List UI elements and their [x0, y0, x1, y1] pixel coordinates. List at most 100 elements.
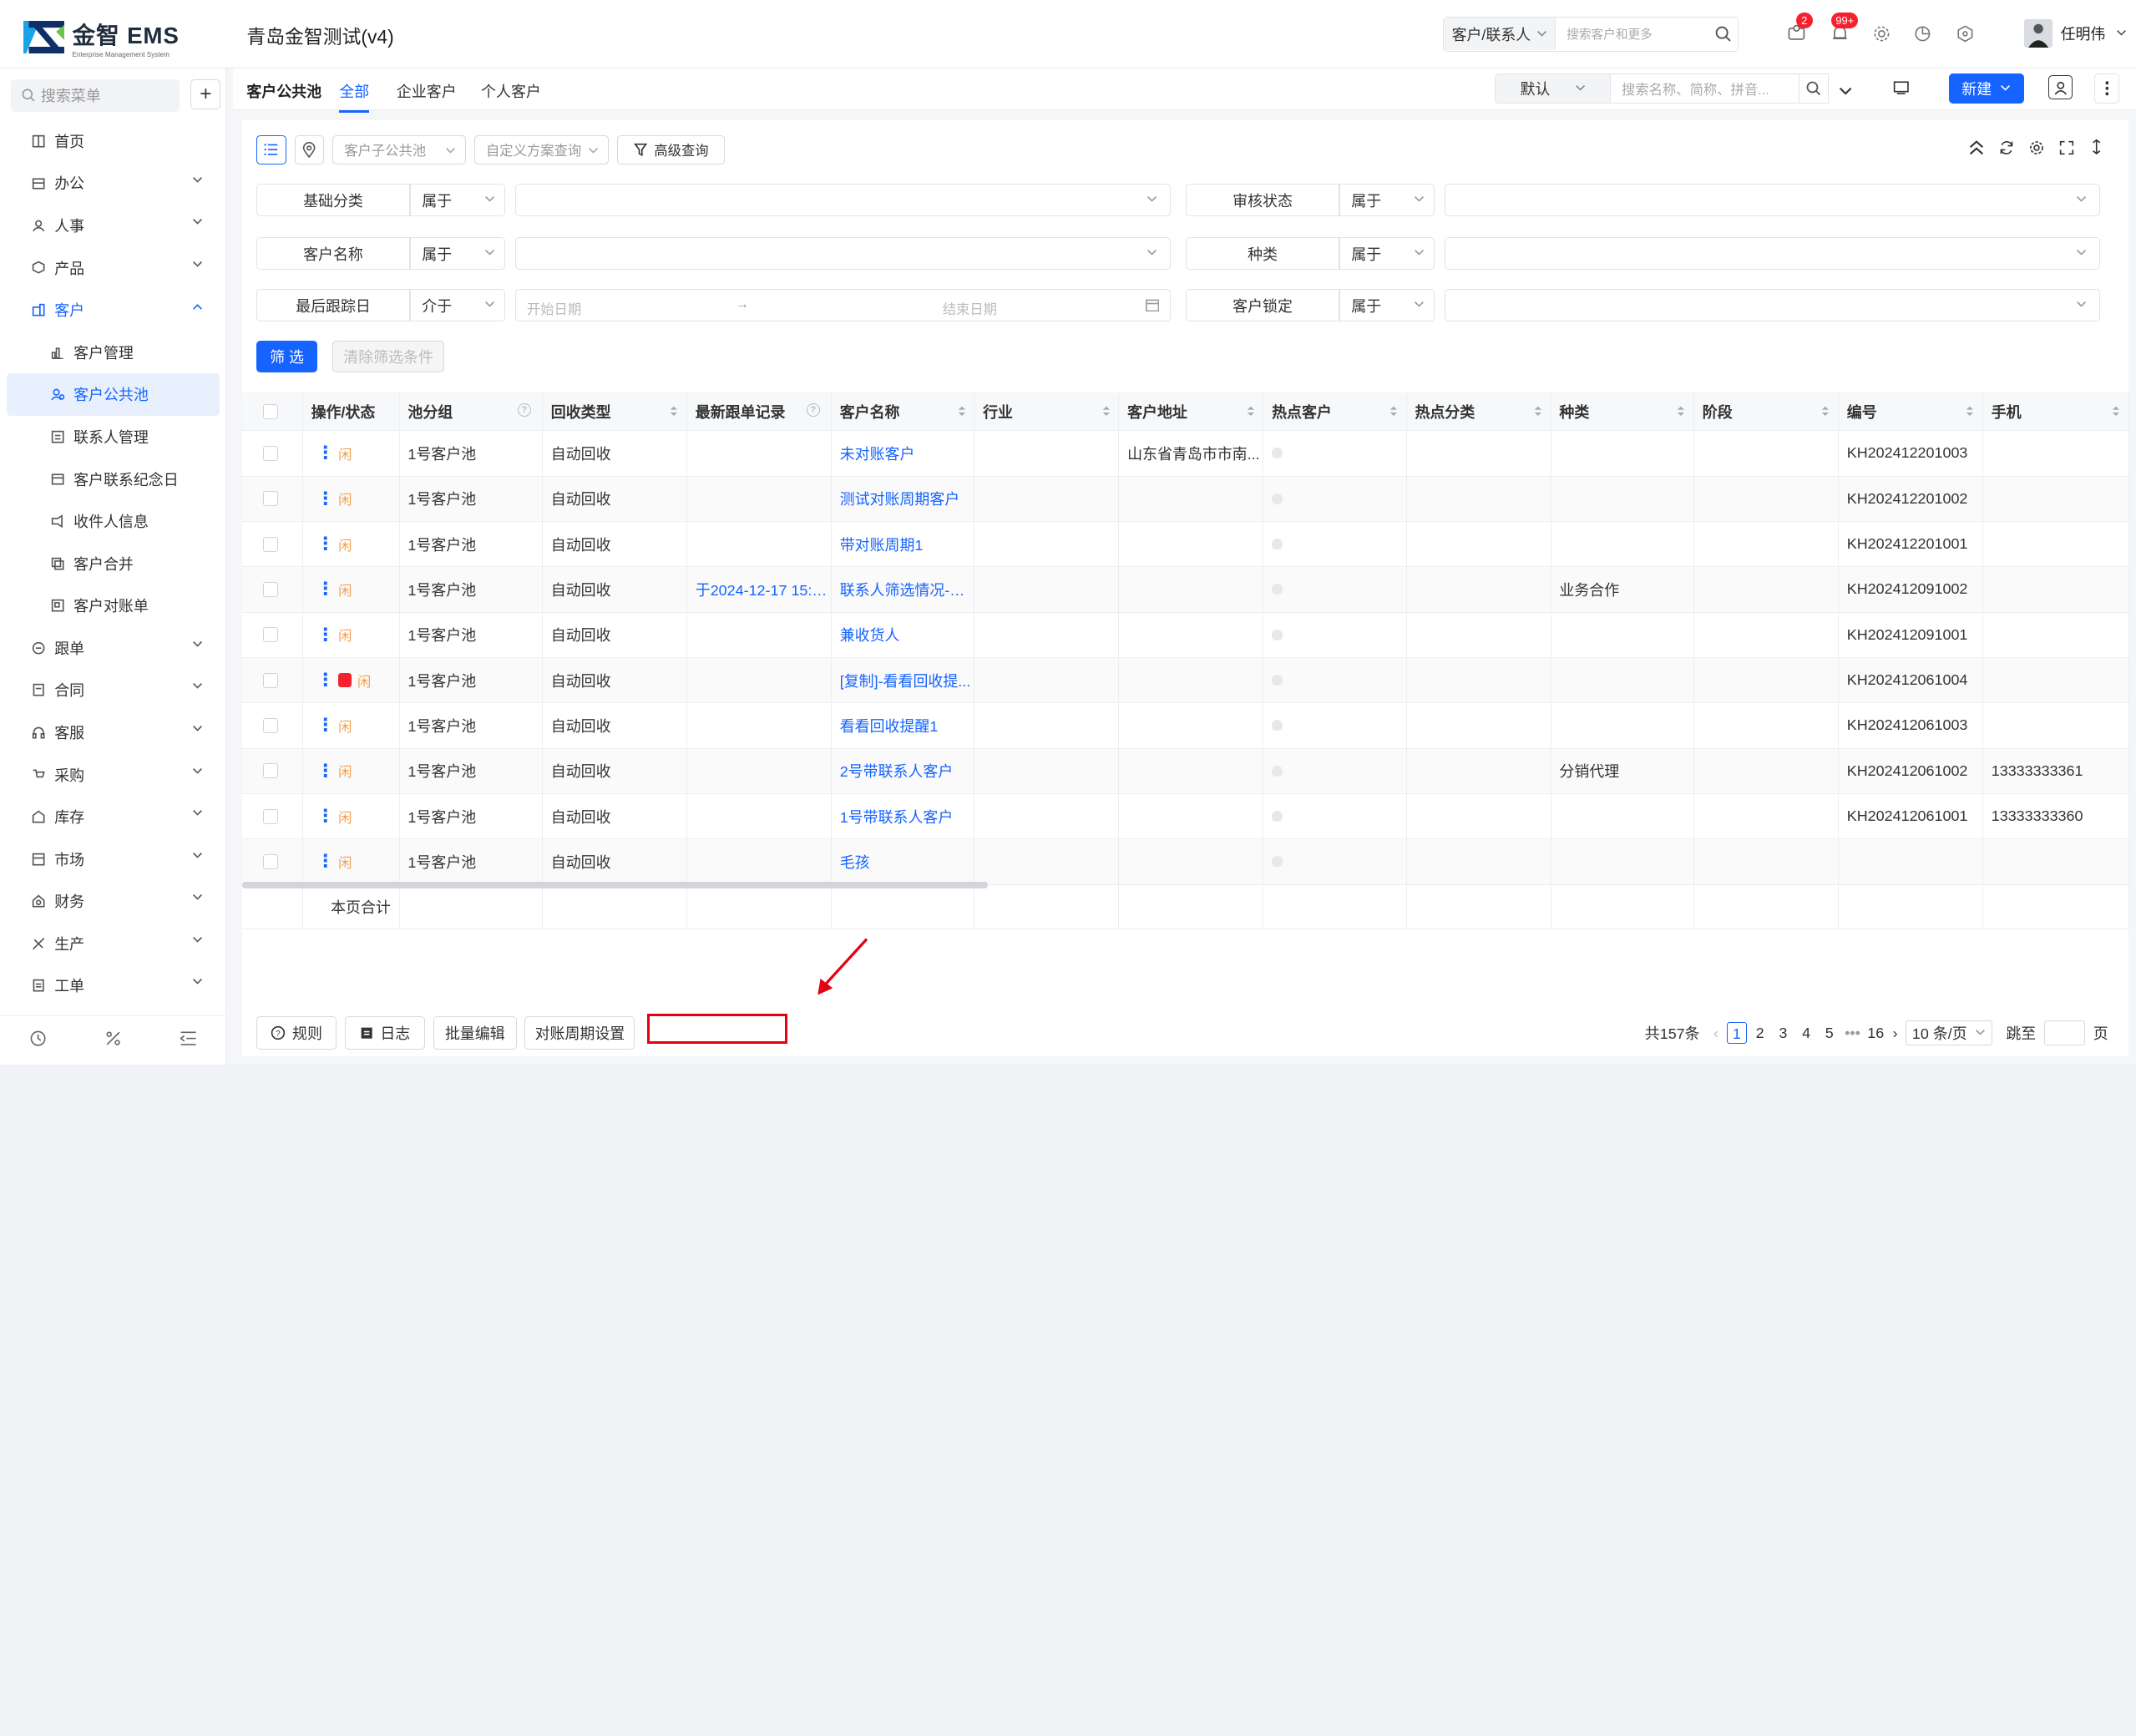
filter-value-select[interactable]	[514, 236, 1171, 271]
filter-value-select[interactable]	[1444, 184, 2100, 217]
menu-search-input[interactable]: 搜索菜单	[11, 78, 180, 112]
sort-icon[interactable]	[2112, 405, 2120, 418]
table-row[interactable]: ⋮ 闲 1号客户池 自动回收 2号带联系人客户 分销代理 KH202412061002 133…	[242, 748, 2129, 794]
row-actions-icon[interactable]: ⋮	[316, 715, 334, 736]
user-menu[interactable]: 任明伟	[2023, 18, 2128, 48]
sidebar-item-stock[interactable]: 库存	[0, 796, 226, 838]
sidebar-item-hr[interactable]: 人事	[0, 205, 226, 247]
column-header[interactable]: 热点客户	[1263, 392, 1407, 432]
search-scope-select[interactable]: 客户/联系人	[1444, 18, 1556, 51]
cell-name[interactable]: 毛孩	[831, 838, 975, 885]
row-actions-icon[interactable]: ⋮	[316, 534, 334, 554]
row-checkbox[interactable]	[262, 627, 278, 643]
cell-name[interactable]: 联系人筛选情况-带...	[831, 566, 975, 613]
map-pin-icon[interactable]	[294, 134, 325, 165]
hot-flame-icon[interactable]	[1272, 493, 1283, 504]
column-header[interactable]: 热点分类	[1406, 392, 1551, 432]
row-actions-icon[interactable]: ⋮	[316, 443, 334, 463]
cell-name[interactable]: 带对账周期1	[831, 521, 975, 568]
collapse-menu-icon[interactable]	[180, 1030, 197, 1051]
sidebar-item-office[interactable]: 办公	[0, 162, 226, 205]
percent-icon[interactable]	[104, 1030, 122, 1051]
pie-chart-icon[interactable]	[1909, 20, 1936, 48]
user-profile-icon[interactable]	[2047, 74, 2073, 100]
sidebar-item-statement[interactable]: 客户对账单	[0, 585, 226, 627]
column-header[interactable]: 客户地址	[1118, 392, 1264, 432]
prev-page-icon[interactable]: ‹	[1713, 1025, 1718, 1042]
sidebar-item-recipient[interactable]: 收件人信息	[0, 500, 226, 543]
page-4[interactable]: 4	[1796, 1022, 1816, 1044]
batch-edit-button[interactable]: 批量编辑	[433, 1016, 517, 1050]
row-checkbox[interactable]	[262, 672, 278, 688]
page-1[interactable]: 1	[1726, 1021, 1748, 1045]
settings-icon[interactable]	[2029, 140, 2044, 159]
cell-name[interactable]: 兼收货人	[831, 612, 975, 658]
tab-personal[interactable]: 个人客户	[481, 80, 541, 102]
filter-operator[interactable]: 介于	[410, 288, 506, 322]
cell-latest[interactable]	[686, 430, 832, 477]
cube-icon[interactable]	[1951, 20, 1979, 48]
sidebar-item-production[interactable]: 生产	[0, 923, 226, 965]
sidebar-item-anniversary[interactable]: 客户联系纪念日	[0, 458, 226, 500]
search-icon[interactable]	[1799, 73, 1830, 104]
sidebar-item-service[interactable]: 客服	[0, 711, 226, 754]
cell-latest[interactable]	[686, 793, 832, 840]
sort-icon[interactable]	[1247, 405, 1255, 418]
sidebar-item-follow[interactable]: 跟单	[0, 627, 226, 670]
row-checkbox[interactable]	[262, 491, 278, 507]
cell-latest[interactable]: 于2024-12-17 15:36...	[686, 566, 832, 613]
cell-name[interactable]: [复制]-看看回收提...	[831, 657, 975, 704]
start-date-input[interactable]: 开始日期	[527, 298, 581, 318]
table-row[interactable]: ⋮ 闲 1号客户池 自动回收 看看回收提醒1 KH202412061003	[242, 702, 2129, 749]
filter-value-select[interactable]	[1444, 236, 2100, 271]
tab-enterprise[interactable]: 企业客户	[397, 80, 457, 102]
cell-latest[interactable]	[686, 521, 832, 568]
table-row[interactable]: ⋮ 闲 1号客户池 自动回收 1号带联系人客户 KH202412061001 1333333…	[242, 793, 2129, 840]
column-header[interactable]: 阶段	[1693, 392, 1839, 432]
rules-button[interactable]: ? 规则	[256, 1016, 337, 1050]
monitor-icon[interactable]	[1893, 79, 1910, 100]
cell-latest[interactable]	[686, 476, 832, 522]
hot-flame-icon[interactable]	[1272, 448, 1283, 459]
more-icon[interactable]	[2094, 73, 2119, 104]
sidebar-item-finance[interactable]: 财务	[0, 880, 226, 923]
row-checkbox[interactable]	[262, 445, 278, 461]
sort-icon[interactable]	[1966, 405, 1974, 418]
sort-icon[interactable]	[670, 405, 678, 418]
hot-flame-icon[interactable]	[1272, 675, 1283, 686]
hot-flame-icon[interactable]	[1272, 765, 1283, 777]
row-actions-icon[interactable]: ⋮	[316, 670, 334, 691]
column-header[interactable]: 客户名称	[831, 392, 975, 432]
table-row[interactable]: ⋮ 闲 1号客户池 自动回收 兼收货人 KH202412091001	[242, 612, 2129, 658]
view-select[interactable]: 默认	[1495, 73, 1611, 104]
cell-name[interactable]: 2号带联系人客户	[831, 748, 975, 794]
sidebar-item-merge[interactable]: 客户合并	[0, 542, 226, 585]
filter-operator[interactable]: 属于	[1339, 288, 1435, 322]
filter-operator[interactable]: 属于	[1339, 184, 1435, 217]
cell-name[interactable]: 未对账客户	[831, 430, 975, 477]
sort-icon[interactable]	[1677, 405, 1685, 418]
cell-name[interactable]: 看看回收提醒1	[831, 702, 975, 749]
row-checkbox[interactable]	[262, 853, 278, 869]
tab-all[interactable]: 全部	[339, 80, 369, 114]
cell-latest[interactable]	[686, 748, 832, 794]
row-checkbox[interactable]	[262, 717, 278, 733]
page-5[interactable]: 5	[1820, 1022, 1840, 1044]
page-3[interactable]: 3	[1773, 1022, 1793, 1044]
collapse-up-icon[interactable]	[1969, 140, 1984, 159]
row-actions-icon[interactable]: ⋮	[316, 806, 334, 827]
column-header[interactable]: 行业	[974, 392, 1120, 432]
row-checkbox[interactable]	[262, 808, 278, 824]
select-all-checkbox[interactable]	[262, 403, 278, 419]
column-header[interactable]: 最新跟单记录?	[686, 392, 832, 432]
filter-operator[interactable]: 属于	[410, 184, 506, 217]
row-checkbox[interactable]	[262, 581, 278, 597]
row-checkbox[interactable]	[262, 763, 278, 779]
sort-icon[interactable]	[1534, 405, 1542, 418]
hot-flame-icon[interactable]	[1272, 629, 1283, 640]
add-menu-button[interactable]: +	[190, 78, 221, 109]
row-actions-icon[interactable]: ⋮	[316, 761, 334, 782]
cell-latest[interactable]	[686, 612, 832, 658]
row-actions-icon[interactable]: ⋮	[316, 851, 334, 872]
page-16[interactable]: 16	[1865, 1022, 1885, 1044]
